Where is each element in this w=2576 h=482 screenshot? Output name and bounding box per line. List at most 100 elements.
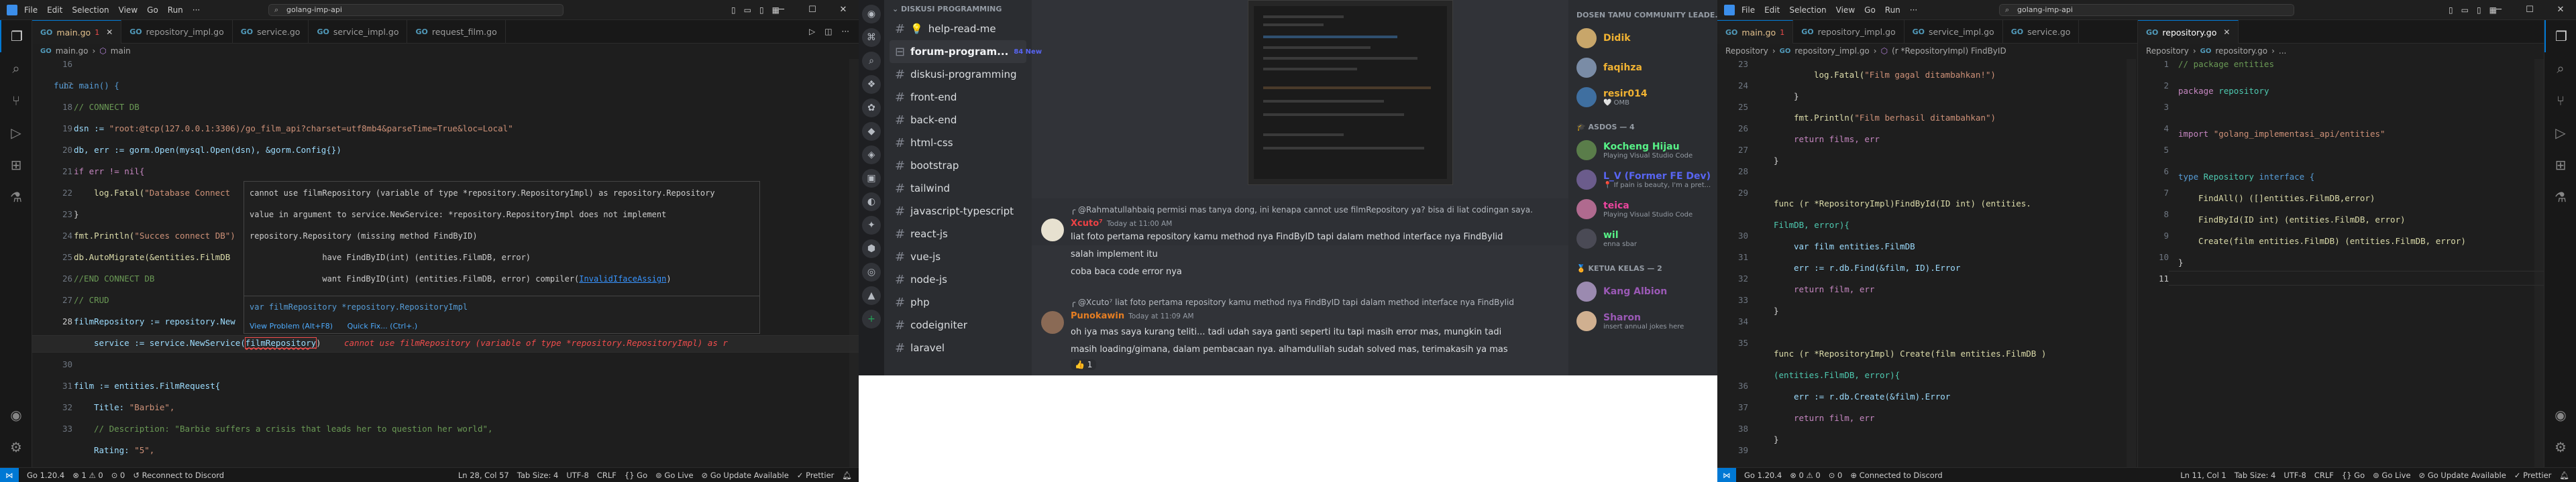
channel-item[interactable]: # react-js — [890, 223, 1026, 245]
command-center-search[interactable]: golang-imp-api — [1999, 4, 2294, 16]
channel-item[interactable]: # back-end — [890, 109, 1026, 131]
server-icon[interactable]: ▲ — [862, 286, 881, 305]
editor-scrollbar[interactable] — [849, 59, 859, 467]
menu-run[interactable]: Run — [168, 5, 183, 15]
testing-icon[interactable]: ⚗ — [2544, 181, 2576, 213]
menu-selection[interactable]: Selection — [1789, 5, 1826, 15]
ports-count[interactable]: ⊙ 0 — [1829, 471, 1843, 480]
menu-edit[interactable]: Edit — [47, 5, 62, 15]
breadcrumb-file[interactable]: main.go — [56, 46, 89, 56]
reply-preview[interactable]: ╭ @Rahmatullahbaiq permisi mas tanya don… — [1071, 205, 1533, 215]
remote-indicator-icon[interactable]: ⋈ — [0, 467, 19, 482]
member-item[interactable]: L_V (Former FE Dev) 📍 If pain is beauty, … — [1568, 165, 1717, 194]
testing-icon[interactable]: ⚗ — [0, 181, 32, 213]
menu-file[interactable]: File — [1741, 5, 1755, 15]
author-name[interactable]: Xcuto⁷ — [1071, 219, 1103, 229]
channel-item[interactable]: # node-js — [890, 268, 1026, 291]
problems-count[interactable]: ⊗ 1 ⚠ 0 — [72, 471, 103, 480]
breadcrumb-symbol[interactable]: (r *RepositoryImpl) FindByID — [1892, 46, 2006, 56]
server-icon[interactable]: ◐ — [862, 192, 881, 211]
close-window-icon[interactable]: ✕ — [828, 0, 859, 20]
source-control-icon[interactable]: ⑂ — [0, 84, 32, 117]
attached-screenshot-image[interactable] — [1248, 0, 1453, 185]
go-version[interactable]: Go 1.20.4 — [27, 471, 64, 480]
toggle-panel-icon[interactable]: ▭ — [744, 5, 751, 15]
account-icon[interactable]: ◉ — [0, 399, 32, 431]
add-server-icon[interactable]: + — [862, 310, 881, 328]
account-icon[interactable]: ◉ — [2544, 399, 2576, 431]
code-editor-right[interactable]: 1 2 3 4 5 6 7 8 9 10 11 // package entit… — [2138, 59, 2544, 467]
language-mode[interactable]: {} Go — [2342, 471, 2365, 480]
channel-item[interactable]: # codeigniter — [890, 314, 1026, 337]
menu-run[interactable]: Run — [1885, 5, 1900, 15]
toggle-sidebar-icon[interactable]: ▯ — [2449, 5, 2453, 15]
tab-repository-impl[interactable]: GO repository_impl.go — [1793, 20, 1904, 44]
server-icon[interactable]: ⌘ — [862, 28, 881, 47]
home-icon[interactable]: ◉ — [862, 5, 881, 23]
server-icon[interactable]: ◆ — [862, 122, 881, 141]
cursor-position[interactable]: Ln 28, Col 57 — [458, 471, 509, 480]
menu-more[interactable]: ··· — [193, 5, 200, 15]
menu-selection[interactable]: Selection — [72, 5, 109, 15]
avatar[interactable] — [1041, 311, 1064, 334]
toggle-secondary-icon[interactable]: ▯ — [759, 5, 764, 15]
tab-service-impl[interactable]: GO service_impl.go — [309, 20, 408, 44]
member-item[interactable]: Didik — [1568, 23, 1717, 53]
run-debug-icon[interactable]: ▷ — [2544, 117, 2576, 149]
channel-forum[interactable]: ⊟ forum-program... 84 New — [890, 40, 1042, 63]
manage-gear-icon[interactable]: ⚙ — [0, 431, 32, 463]
member-item[interactable]: faqihza — [1568, 53, 1717, 82]
go-live-button[interactable]: ⊚ Go Live — [2373, 471, 2410, 480]
notifications-bell-icon[interactable]: 🔔︎ — [842, 471, 852, 480]
server-icon[interactable]: ✿ — [862, 99, 881, 117]
tab-repository-go[interactable]: GO repository.go ✕ — [2138, 20, 2239, 44]
breadcrumb-more[interactable]: ... — [2279, 46, 2286, 56]
go-version[interactable]: Go 1.20.4 — [1744, 471, 1782, 480]
search-icon[interactable]: ⌕ — [0, 52, 32, 84]
extensions-icon[interactable]: ⊞ — [2544, 149, 2576, 181]
tab-repository-impl[interactable]: GO repository_impl.go — [121, 20, 233, 44]
server-icon[interactable]: ❖ — [862, 75, 881, 94]
ports-count[interactable]: ⊙ 0 — [111, 471, 125, 480]
close-tab-icon[interactable]: ✕ — [2223, 27, 2230, 37]
run-file-icon[interactable]: ▷ — [809, 27, 815, 36]
manage-gear-icon[interactable]: ⚙ — [2544, 431, 2576, 463]
channel-item[interactable]: # vue-js — [890, 245, 1026, 268]
maximize-icon[interactable]: ☐ — [797, 0, 828, 20]
menu-file[interactable]: File — [24, 5, 38, 15]
extensions-icon[interactable]: ⊞ — [0, 149, 32, 181]
breadcrumb-folder[interactable]: Repository — [2146, 46, 2189, 56]
view-problem-link[interactable]: View Problem (Alt+F8) — [250, 322, 333, 330]
server-icon[interactable]: ⌕ — [862, 52, 881, 70]
server-icon[interactable]: ⬢ — [862, 239, 881, 258]
toggle-sidebar-icon[interactable]: ▯ — [731, 5, 736, 15]
go-update-notice[interactable]: ⊘ Go Update Available — [702, 471, 789, 480]
menu-go[interactable]: Go — [1864, 5, 1876, 15]
member-item[interactable]: Kocheng Hijau Playing Visual Studio Code — [1568, 135, 1717, 165]
notifications-bell-icon[interactable]: 🔔︎ — [2559, 471, 2569, 480]
line-ending[interactable]: CRLF — [597, 471, 616, 480]
maximize-icon[interactable]: ☐ — [2514, 0, 2545, 20]
breadcrumb-file[interactable]: repository_impl.go — [1794, 46, 1869, 56]
tab-size[interactable]: Tab Size: 4 — [517, 471, 559, 480]
menu-go[interactable]: Go — [147, 5, 158, 15]
language-mode[interactable]: {} Go — [625, 471, 647, 480]
source-control-icon[interactable]: ⑂ — [2544, 84, 2576, 117]
channel-item[interactable]: # html-css — [890, 131, 1026, 154]
prettier-status[interactable]: ✓ Prettier — [2514, 471, 2552, 480]
breadcrumb-symbol[interactable]: main — [111, 46, 131, 56]
line-ending[interactable]: CRLF — [2314, 471, 2334, 480]
channel-help-read-me[interactable]: # 💡 help-read-me — [890, 17, 1026, 40]
cursor-position[interactable]: Ln 11, Col 1 — [2180, 471, 2226, 480]
go-update-notice[interactable]: ⊘ Go Update Available — [2419, 471, 2506, 480]
channel-item[interactable]: # front-end — [890, 86, 1026, 109]
channel-item[interactable]: # javascript-typescript — [890, 200, 1026, 223]
prettier-status[interactable]: ✓ Prettier — [797, 471, 835, 480]
tab-service-impl[interactable]: GO service_impl.go — [1904, 20, 2003, 44]
author-name[interactable]: Punokawin — [1071, 311, 1124, 321]
member-item[interactable]: resir014 🤍 OMB — [1568, 82, 1717, 112]
close-tab-icon[interactable]: ✕ — [106, 27, 113, 37]
reply-preview[interactable]: ╭ @Xcuto⁷ liat foto pertama repository k… — [1071, 298, 1514, 307]
go-live-button[interactable]: ⊚ Go Live — [655, 471, 693, 480]
discord-reconnect[interactable]: ↺ Reconnect to Discord — [133, 471, 224, 480]
